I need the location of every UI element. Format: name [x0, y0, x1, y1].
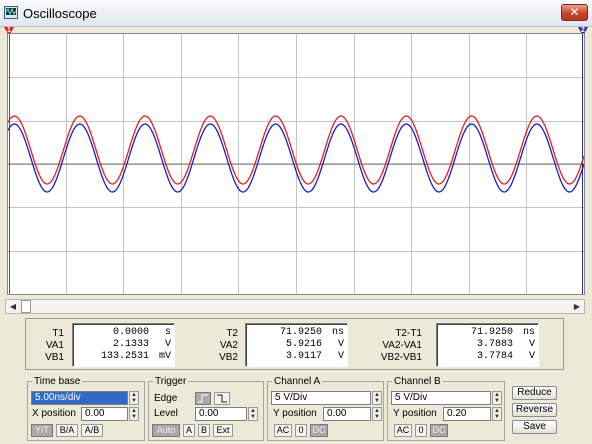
- arrow-left-icon: ◀: [9, 302, 17, 311]
- cursor-1-readout: 0.0000 s 2.1333 V 133.2531 mV: [72, 323, 175, 367]
- vb2-label: VB2: [219, 352, 238, 363]
- vb2-vb1-label: VB2-VB1: [380, 352, 422, 363]
- va2-va1-value: 3.7883: [476, 339, 513, 350]
- close-icon: ✕: [569, 5, 580, 19]
- channel-a-ac-button[interactable]: AC: [274, 424, 292, 437]
- save-button[interactable]: Save: [512, 420, 557, 434]
- va2-value: 5.9216: [285, 339, 322, 350]
- channel-a-dc-button[interactable]: DC: [310, 424, 328, 437]
- trigger-auto-button[interactable]: Auto: [152, 424, 180, 437]
- reverse-button[interactable]: Reverse: [512, 403, 557, 417]
- channel-b-ypos-spinner[interactable]: ▲ ▼: [492, 407, 502, 421]
- falling-edge-icon: [217, 394, 227, 403]
- channel-a-ypos-label: Y position: [273, 408, 317, 419]
- trigger-a-button[interactable]: A: [183, 424, 195, 437]
- channel-b-ypos-label: Y position: [393, 408, 437, 419]
- edge-label: Edge: [154, 393, 178, 404]
- channel-a-title: Channel A: [272, 376, 323, 387]
- title-bar: Oscilloscope ✕: [0, 0, 592, 27]
- va2-unit: V: [337, 339, 344, 350]
- spin-down-icon: ▼: [131, 414, 137, 420]
- trigger-level-field[interactable]: 0.00: [195, 407, 247, 421]
- t2-t1-label: T2-T1: [395, 328, 422, 339]
- vb2-vb1-unit: V: [528, 351, 535, 362]
- channel-b-group: Channel B 5 V/Div ▲ ▼ Y position 0.20 ▲ ▼ …: [387, 376, 505, 441]
- window-title: Oscilloscope: [23, 6, 97, 21]
- vb2-vb1-value: 3.7784: [476, 351, 513, 362]
- t2-unit: ns: [331, 327, 344, 338]
- channel-b-zero-button[interactable]: 0: [415, 424, 427, 437]
- x-position-field[interactable]: 0.00: [81, 407, 128, 421]
- channel-b-scale-spinner[interactable]: ▲ ▼: [492, 391, 502, 405]
- reduce-button[interactable]: Reduce: [512, 386, 557, 400]
- rising-edge-button[interactable]: [195, 392, 211, 405]
- channel-b-scale-field[interactable]: 5 V/Div: [391, 391, 491, 405]
- measurement-readout-panel: T1 VA1 VB1 0.0000 s 2.1333 V 133.2531 mV…: [25, 318, 564, 370]
- va2-va1-unit: V: [528, 339, 535, 350]
- trigger-level-spinner[interactable]: ▲ ▼: [248, 407, 258, 421]
- t1-label: T1: [52, 328, 64, 339]
- spin-down-icon: ▼: [131, 398, 137, 404]
- oscilloscope-app-icon: [4, 6, 18, 19]
- spin-down-icon: ▼: [374, 414, 380, 420]
- t1-value: 0.0000: [112, 327, 149, 338]
- close-button[interactable]: ✕: [561, 4, 588, 21]
- vb2-unit: V: [337, 351, 344, 362]
- va1-value: 2.1333: [112, 339, 149, 350]
- t2-t1-unit: ns: [522, 327, 535, 338]
- ab-mode-button[interactable]: A/B: [81, 424, 103, 437]
- t2-t1-value: 71.9250: [470, 327, 513, 338]
- ba-mode-button[interactable]: B/A: [56, 424, 78, 437]
- channel-b-dc-button[interactable]: DC: [430, 424, 448, 437]
- channel-a-scale-field[interactable]: 5 V/Div: [271, 391, 371, 405]
- spin-down-icon: ▼: [494, 414, 500, 420]
- channel-b-title: Channel B: [392, 376, 443, 387]
- channel-a-scale-spinner[interactable]: ▲ ▼: [372, 391, 382, 405]
- channel-b-ac-button[interactable]: AC: [394, 424, 412, 437]
- spin-down-icon: ▼: [494, 398, 500, 404]
- channel-a-zero-button[interactable]: 0: [295, 424, 307, 437]
- t1-unit: s: [164, 327, 171, 338]
- spin-down-icon: ▼: [250, 414, 256, 420]
- trigger-ext-button[interactable]: Ext: [213, 424, 233, 437]
- t2-value: 71.9250: [279, 327, 322, 338]
- vb1-label: VB1: [45, 352, 64, 363]
- trigger-level-label: Level: [154, 408, 178, 419]
- vb1-unit: mV: [158, 351, 171, 362]
- scroll-left-button[interactable]: ◀: [6, 300, 20, 313]
- va2-label: VA2: [219, 340, 238, 351]
- arrow-right-icon: ▶: [573, 302, 581, 311]
- trigger-title: Trigger: [153, 376, 189, 387]
- timebase-title: Time base: [32, 376, 83, 387]
- timebase-scale-field[interactable]: 5.00ns/div: [31, 391, 128, 405]
- scroll-thumb[interactable]: [21, 300, 31, 313]
- x-position-spinner[interactable]: ▲ ▼: [129, 407, 139, 421]
- trigger-group: Trigger Edge Level 0.00 ▲ ▼ Auto A B Ext: [148, 376, 264, 441]
- timebase-scale-spinner[interactable]: ▲ ▼: [129, 391, 139, 405]
- cursor-2-readout: 71.9250 ns 5.9216 V 3.9117 V: [245, 323, 348, 367]
- trigger-b-button[interactable]: B: [198, 424, 210, 437]
- va1-label: VA1: [45, 340, 64, 351]
- timebase-group: Time base 5.00ns/div ▲ ▼ X position 0.00 …: [27, 376, 145, 441]
- falling-edge-button[interactable]: [214, 392, 230, 405]
- channel-a-ypos-field[interactable]: 0.00: [323, 407, 371, 421]
- va2-va1-label: VA2-VA1: [382, 340, 422, 351]
- channel-a-ypos-spinner[interactable]: ▲ ▼: [372, 407, 382, 421]
- x-position-label: X position: [32, 408, 76, 419]
- vb2-value: 3.9117: [285, 351, 322, 362]
- vb1-value: 133.2531: [100, 351, 149, 362]
- rising-edge-icon: [198, 394, 208, 403]
- spin-down-icon: ▼: [374, 398, 380, 404]
- oscilloscope-screen[interactable]: [7, 33, 585, 295]
- t2-label: T2: [226, 328, 238, 339]
- channel-a-group: Channel A 5 V/Div ▲ ▼ Y position 0.00 ▲ ▼ …: [267, 376, 384, 441]
- oscilloscope-display: [8, 34, 584, 294]
- channel-b-ypos-field[interactable]: 0.20: [443, 407, 491, 421]
- time-scrollbar[interactable]: ◀ ▶: [5, 299, 585, 314]
- va1-unit: V: [164, 339, 171, 350]
- yt-mode-button[interactable]: Y/T: [31, 424, 53, 437]
- scroll-right-button[interactable]: ▶: [570, 300, 584, 313]
- difference-readout: 71.9250 ns 3.7883 V 3.7784 V: [436, 323, 539, 367]
